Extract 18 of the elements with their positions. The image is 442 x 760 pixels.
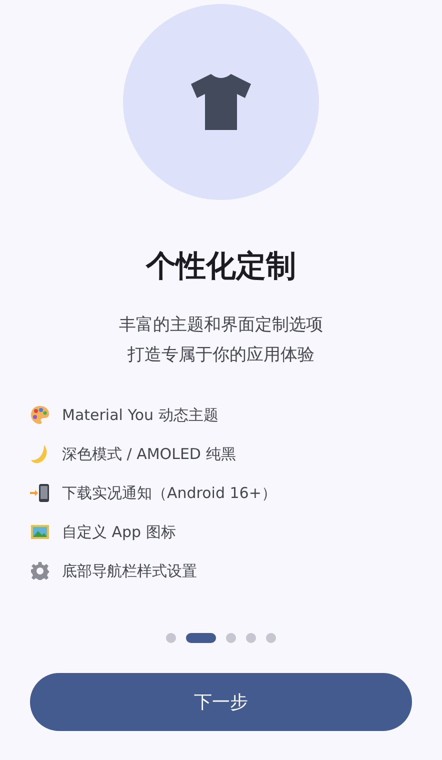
subtitle: 丰富的主题和界面定制选项	[119, 314, 323, 336]
gear-icon	[30, 561, 50, 581]
title: 个性化定制	[146, 248, 296, 286]
phone-icon	[30, 483, 50, 503]
page-indicator-dot[interactable]	[226, 633, 236, 643]
feature-label: 底部导航栏样式设置	[62, 562, 197, 580]
feature-label: Material You 动态主题	[62, 406, 218, 424]
palette-icon	[30, 405, 50, 425]
subtitle: 打造专属于你的应用体验	[128, 344, 314, 366]
page-indicator-dot[interactable]	[266, 633, 276, 643]
page-indicator-dot[interactable]	[166, 633, 176, 643]
feature-label: 下载实况通知（Android 16+）	[62, 484, 276, 502]
page-indicator-dot[interactable]	[246, 633, 256, 643]
next-button[interactable]: 下一步	[30, 673, 412, 731]
t-shirt-icon	[189, 72, 253, 132]
feature-label: 深色模式 / AMOLED 纯黑	[62, 444, 236, 464]
picture-frame-icon	[30, 522, 50, 542]
feature-label: 自定义 App 图标	[62, 522, 176, 542]
